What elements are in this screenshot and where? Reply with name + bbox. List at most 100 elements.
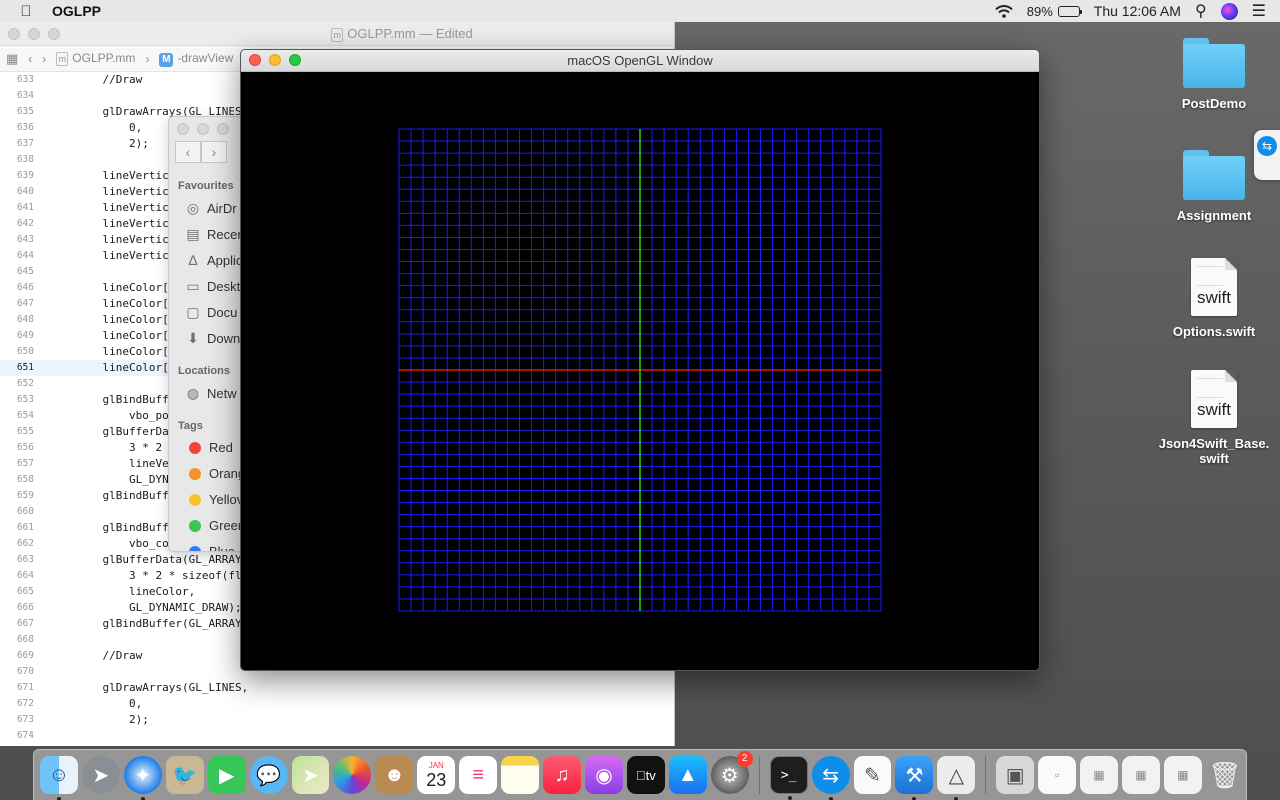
menu-clock[interactable]: Thu 12:06 AM	[1094, 3, 1181, 19]
apple-menu-icon[interactable]: 	[0, 3, 52, 20]
recent-document-dock-icon[interactable]: ▫	[1038, 756, 1077, 794]
messages-dock-icon[interactable]: 💬	[249, 756, 288, 794]
forward-arrow-icon[interactable]: ›	[42, 52, 46, 66]
opengl-canvas[interactable]	[241, 72, 1039, 670]
apple-tv-dock-icon[interactable]: tv	[626, 756, 665, 794]
gl-minimize-button[interactable]	[269, 54, 281, 66]
sidebar-item-documents[interactable]: ▢ Docu	[185, 304, 237, 320]
music-dock-icon[interactable]: ♫	[543, 756, 581, 794]
desktop-icon-label: Options.swift	[1172, 324, 1256, 339]
photos-dock-icon[interactable]	[333, 756, 372, 794]
back-arrow-icon[interactable]: ‹	[28, 52, 32, 66]
code-text: GL_DYNAMIC_DRAW);	[76, 601, 242, 614]
line-number: 660	[16, 506, 34, 517]
terminal-dock-icon[interactable]: >_	[769, 756, 808, 800]
spotlight-search-icon[interactable]: ⚲	[1195, 1, 1207, 21]
recent-document-dock-icon[interactable]: ▦	[1163, 756, 1202, 794]
sidebar-item-network[interactable]: ◍ Netw	[185, 385, 237, 401]
sidebar-tag[interactable]: Orang	[185, 466, 245, 481]
finder-back-button[interactable]: ‹	[175, 141, 201, 163]
sidebar-item-label: Down	[207, 330, 241, 346]
downloads-stack-dock-icon[interactable]: ▣	[996, 756, 1035, 794]
facetime-dock-icon[interactable]: ▶	[207, 756, 246, 794]
desktop-folder-postdemo[interactable]: PostDemo	[1154, 38, 1274, 111]
preview-dock-icon[interactable]: 🐦	[165, 756, 204, 794]
file-icon: m	[331, 27, 344, 42]
siri-icon[interactable]	[1220, 2, 1238, 20]
teamviewer-dock-icon[interactable]: ⇆	[811, 756, 850, 800]
sidebar-item-label: Deskt	[207, 278, 241, 294]
code-text: glBindBuffer(GL_ARRAY_BU	[76, 617, 262, 630]
editor-minimize-button[interactable]	[28, 28, 40, 40]
battery-status[interactable]: 89%	[1027, 4, 1082, 19]
reminders-dock-icon[interactable]: ≡	[459, 756, 498, 794]
sidebar-tag[interactable]: Green	[185, 518, 245, 533]
notes-dock-icon[interactable]	[501, 756, 540, 794]
code-line[interactable]: 674	[0, 728, 674, 744]
sidebar-item-downloads[interactable]: ⬇ Down	[185, 330, 240, 346]
finder-zoom-button[interactable]	[217, 123, 229, 135]
code-line[interactable]: 672 0,	[0, 696, 674, 712]
safari-dock-icon[interactable]: ✦	[123, 756, 162, 800]
wifi-icon[interactable]	[995, 5, 1013, 18]
instruments-dock-icon[interactable]: △	[937, 756, 976, 800]
documents-icon: ▢	[186, 304, 200, 320]
sidebar-tag[interactable]: Yellov	[185, 492, 243, 507]
teamviewer-panel-tab[interactable]	[1254, 130, 1280, 180]
line-number: 639	[16, 170, 34, 181]
xcode-dock-icon[interactable]: ⚒	[895, 756, 934, 800]
dock-separator	[758, 756, 760, 794]
swift-file-icon: swift	[1191, 370, 1237, 428]
sidebar-tag[interactable]: Blue	[185, 544, 235, 551]
sidebar-item-applications[interactable]: ∆ Applic	[185, 252, 243, 268]
finder-forward-button[interactable]: ›	[201, 141, 227, 163]
sidebar-item-airdrop[interactable]: ◎ AirDr	[185, 200, 237, 216]
swift-file-icon: swift	[1191, 258, 1237, 316]
sidebar-tag[interactable]: Red	[185, 440, 233, 455]
line-number: 635	[16, 106, 34, 117]
app-menu-name[interactable]: OGLPP	[52, 3, 101, 19]
contacts-dock-icon[interactable]: ☻	[375, 756, 414, 794]
line-number: 669	[16, 650, 34, 661]
finder-close-button[interactable]	[177, 123, 189, 135]
breadcrumb-method[interactable]: M -drawView	[159, 51, 233, 67]
finder-dock-icon[interactable]: ☺	[40, 756, 78, 800]
breadcrumb-file[interactable]: m OGLPP.mm	[56, 51, 135, 66]
line-number: 672	[16, 698, 34, 709]
notification-center-icon[interactable]: ☰	[1252, 1, 1266, 21]
editor-zoom-button[interactable]	[48, 28, 60, 40]
system-preferences-dock-icon[interactable]: ⚙ 2	[710, 751, 753, 794]
line-number: 649	[16, 330, 34, 341]
code-line[interactable]: 673 2);	[0, 712, 674, 728]
line-number: 667	[16, 618, 34, 629]
code-line[interactable]: 671 glDrawArrays(GL_LINES,	[0, 680, 674, 696]
recent-document-dock-icon[interactable]: ▦	[1122, 756, 1160, 794]
launchpad-dock-icon[interactable]: ➤	[81, 756, 120, 794]
line-number: 648	[16, 314, 34, 325]
line-number: 643	[16, 234, 34, 245]
line-number: 644	[16, 250, 34, 261]
recent-document-dock-icon[interactable]: ▦	[1080, 756, 1119, 794]
editor-close-button[interactable]	[8, 28, 20, 40]
textedit-dock-icon[interactable]: ✎	[853, 756, 892, 794]
grid-icon[interactable]: ▦	[6, 51, 18, 67]
tag-color-icon	[189, 493, 201, 506]
gl-window-title: macOS OpenGL Window	[567, 53, 713, 68]
sidebar-item-label: Yellov	[209, 492, 244, 507]
calendar-dock-icon[interactable]: JAN 23	[417, 756, 456, 794]
desktop-file-json4swift[interactable]: swift Json4Swift_Base.swift	[1154, 370, 1274, 466]
gl-zoom-button[interactable]	[289, 54, 301, 66]
trash-dock-icon[interactable]: 🗑	[1206, 756, 1244, 794]
maps-dock-icon[interactable]: ➤	[291, 756, 330, 794]
finder-minimize-button[interactable]	[197, 123, 209, 135]
desktop-file-options-swift[interactable]: swift Options.swift	[1154, 258, 1274, 339]
line-number: 662	[16, 538, 34, 549]
gl-close-button[interactable]	[249, 54, 261, 66]
sidebar-item-desktop[interactable]: ▭ Deskt	[185, 278, 240, 294]
app-store-dock-icon[interactable]: ▲	[668, 756, 707, 794]
sidebar-item-recents[interactable]: ▤ Recer	[185, 226, 241, 242]
podcasts-dock-icon[interactable]: ◉	[584, 756, 623, 794]
line-number: 640	[16, 186, 34, 197]
